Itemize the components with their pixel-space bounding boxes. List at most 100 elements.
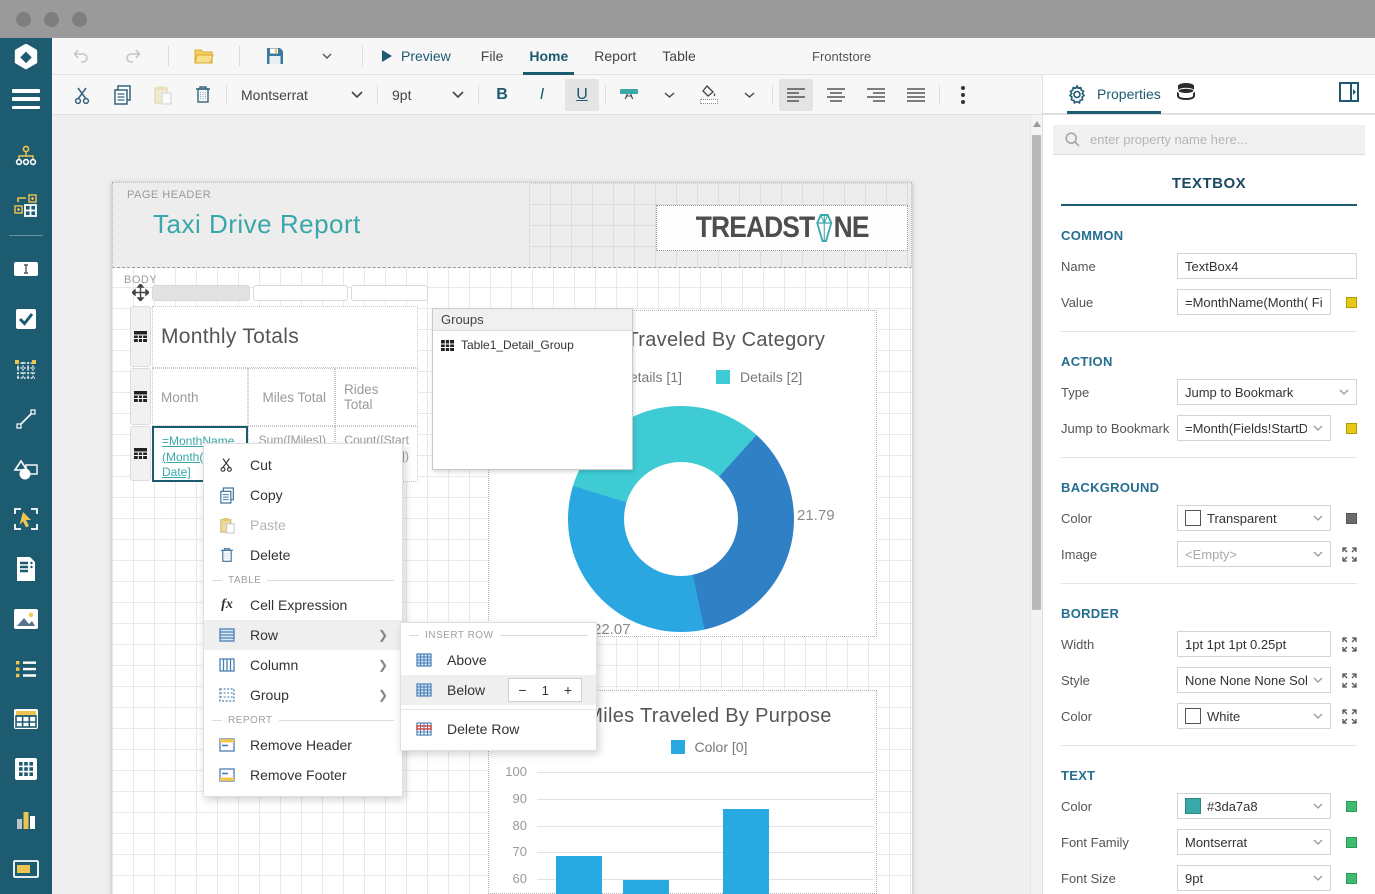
sidebar-item-report-hierarchy[interactable] — [0, 131, 52, 181]
bar[interactable] — [723, 809, 769, 894]
groups-panel[interactable]: Groups Table1_Detail_Group — [432, 308, 633, 470]
sidebar-item-layout-add[interactable] — [0, 181, 52, 231]
name-input[interactable]: TextBox4 — [1177, 253, 1357, 279]
menu-item-remove-footer[interactable]: Remove Footer — [204, 760, 402, 790]
tab-table[interactable]: Table — [656, 38, 701, 75]
menu-item-remove-header[interactable]: Remove Header — [204, 730, 402, 760]
expand-icon[interactable] — [1342, 709, 1357, 724]
expand-icon[interactable] — [1342, 673, 1357, 688]
menu-item-delete[interactable]: Delete — [204, 540, 402, 570]
expression-set-icon[interactable] — [1346, 297, 1357, 308]
window-button-2[interactable] — [44, 12, 59, 27]
window-button-3[interactable] — [72, 12, 87, 27]
expression-modified-icon[interactable] — [1346, 837, 1357, 848]
expand-icon[interactable] — [1342, 547, 1357, 562]
stepper-value[interactable]: 1 — [536, 683, 555, 698]
cut-button[interactable] — [66, 79, 100, 111]
submenu-item-delete-row[interactable]: Delete Row — [401, 714, 596, 744]
menu-item-cell-expression[interactable]: fxCell Expression — [204, 590, 402, 620]
sidebar-item-line[interactable] — [0, 394, 52, 444]
page-header-section[interactable]: PAGE HEADER Taxi Drive Report TREADSTNE — [112, 182, 912, 268]
font-family-select-prop[interactable]: Montserrat — [1177, 829, 1331, 855]
stepper-minus-button[interactable]: − — [509, 682, 535, 698]
italic-button[interactable]: I — [525, 79, 559, 111]
font-family-select[interactable]: Montserrat — [233, 87, 371, 103]
align-center-button[interactable] — [819, 79, 853, 111]
text-color-select[interactable]: #3da7a8 — [1177, 793, 1331, 819]
sidebar-item-inputfield[interactable] — [0, 844, 52, 894]
menu-item-column[interactable]: Column❯ — [204, 650, 402, 680]
tab-report[interactable]: Report — [588, 38, 642, 75]
bg-color-select[interactable]: Transparent — [1177, 505, 1331, 531]
sidebar-item-shapes[interactable] — [0, 444, 52, 494]
align-justify-button[interactable] — [899, 79, 933, 111]
undo-button[interactable] — [64, 40, 98, 72]
font-size-select[interactable]: 9pt — [384, 87, 472, 103]
value-input[interactable]: =MonthName(Month( Field — [1177, 289, 1331, 315]
groups-panel-item[interactable]: Table1_Detail_Group — [433, 331, 632, 359]
more-options-button[interactable] — [946, 79, 980, 111]
table-title-cell[interactable]: Monthly Totals — [152, 306, 418, 368]
bar[interactable] — [623, 880, 669, 894]
fill-color-dropdown[interactable] — [732, 79, 766, 111]
sidebar-item-table[interactable] — [0, 694, 52, 744]
tab-home[interactable]: Home — [523, 38, 574, 75]
expression-modified-icon[interactable] — [1346, 873, 1357, 884]
logo-image[interactable]: TREADSTNE — [656, 205, 908, 251]
menu-item-copy[interactable]: Copy — [204, 480, 402, 510]
jump-to-bookmark-select[interactable]: =Month(Fields!StartDa — [1177, 415, 1331, 441]
sidebar-item-image[interactable] — [0, 594, 52, 644]
expression-modified-icon[interactable] — [1346, 801, 1357, 812]
sidebar-item-checkbox[interactable] — [0, 294, 52, 344]
row-handle-header[interactable] — [130, 368, 151, 425]
sidebar-item-textbox[interactable] — [0, 244, 52, 294]
tab-data[interactable] — [1175, 82, 1197, 107]
collapse-panel-button[interactable] — [1339, 82, 1359, 107]
table-header-miles[interactable]: Miles Total — [248, 368, 335, 426]
menu-item-paste[interactable]: Paste — [204, 510, 402, 540]
scrollbar-thumb[interactable] — [1032, 135, 1041, 610]
table-header-month[interactable]: Month — [152, 368, 248, 426]
table-header-rides[interactable]: Rides Total — [335, 368, 418, 426]
tab-file[interactable]: File — [475, 38, 510, 75]
submenu-item-below[interactable]: Below − 1 + — [401, 675, 596, 705]
open-button[interactable] — [187, 40, 221, 72]
action-type-select[interactable]: Jump to Bookmark — [1177, 379, 1357, 405]
sidebar-item-tablix[interactable] — [0, 344, 52, 394]
text-color-button[interactable]: A — [612, 79, 646, 111]
fill-color-button[interactable] — [692, 79, 726, 111]
bold-button[interactable]: B — [485, 79, 519, 111]
stepper-plus-button[interactable]: + — [555, 682, 581, 698]
bar[interactable] — [556, 856, 602, 894]
window-button-1[interactable] — [16, 12, 31, 27]
submenu-item-above[interactable]: Above — [401, 645, 596, 675]
move-handle-icon[interactable] — [132, 284, 149, 306]
bg-image-select[interactable]: <Empty> — [1177, 541, 1331, 567]
save-dropdown[interactable] — [310, 40, 344, 72]
sidebar-item-matrix[interactable] — [0, 744, 52, 794]
expression-icon[interactable] — [1346, 513, 1357, 524]
paste-button[interactable] — [146, 79, 180, 111]
expression-set-icon[interactable] — [1346, 423, 1357, 434]
column-handle-3[interactable] — [351, 285, 428, 301]
menu-item-group[interactable]: Group❯ — [204, 680, 402, 710]
save-button[interactable] — [258, 40, 292, 72]
scrollbar-up-icon[interactable] — [1033, 121, 1041, 127]
copy-button[interactable] — [106, 79, 140, 111]
tab-properties[interactable]: Properties — [1067, 74, 1161, 114]
text-color-dropdown[interactable] — [652, 79, 686, 111]
menu-item-cut[interactable]: Cut — [204, 450, 402, 480]
redo-button[interactable] — [116, 40, 150, 72]
sidebar-item-pointer[interactable] — [0, 494, 52, 544]
delete-button[interactable] — [186, 79, 220, 111]
align-left-button[interactable] — [779, 79, 813, 111]
align-right-button[interactable] — [859, 79, 893, 111]
report-title-textbox[interactable]: Taxi Drive Report — [153, 209, 361, 240]
font-size-select-prop[interactable]: 9pt — [1177, 865, 1331, 891]
canvas-scrollbar[interactable] — [1030, 115, 1042, 894]
property-search[interactable] — [1053, 125, 1365, 155]
row-handle-title[interactable] — [130, 306, 151, 367]
menu-item-row[interactable]: Row❯ — [204, 620, 402, 650]
sidebar-item-list[interactable] — [0, 644, 52, 694]
column-handle-1[interactable] — [152, 285, 250, 301]
